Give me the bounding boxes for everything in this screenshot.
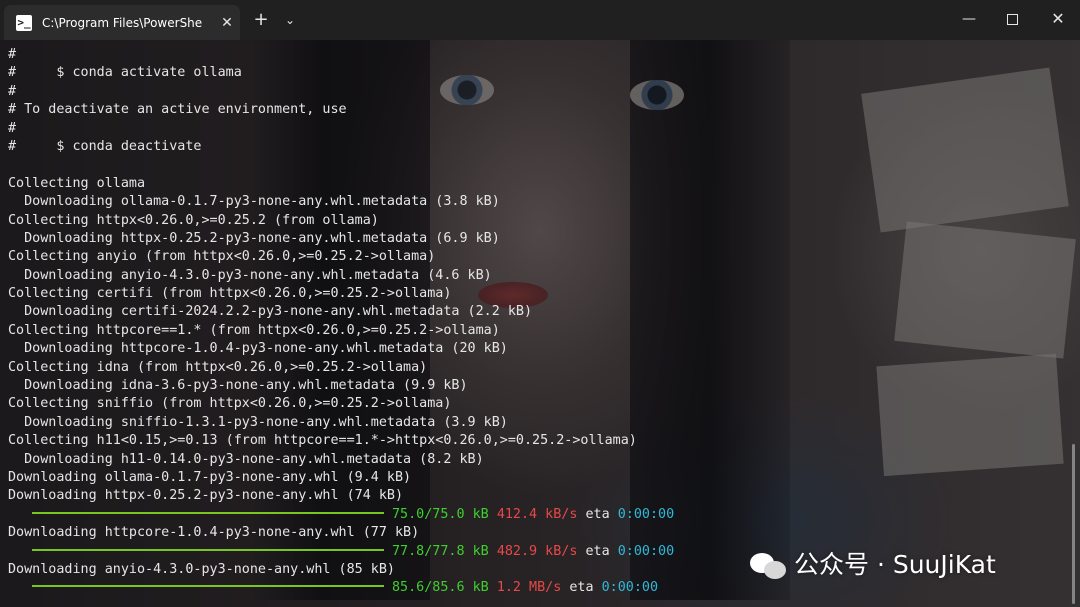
download-speed: 482.9 kB/s [496, 543, 578, 559]
watermark-text: 公众号 · SuuJiKat [794, 550, 996, 579]
eta-label: eta [585, 506, 610, 522]
scrollbar[interactable] [1072, 444, 1075, 604]
terminal-line: Downloading ollama-0.1.7-py3-none-any.wh… [8, 469, 412, 485]
close-tab-icon[interactable]: ✕ [218, 14, 236, 32]
new-tab-button[interactable]: + [251, 10, 271, 30]
progress-bar [32, 585, 384, 588]
terminal-line: Collecting httpx<0.26.0,>=0.25.2 (from o… [8, 212, 379, 228]
download-progress-line: 75.0/75.0 kB 412.4 kB/s eta 0:00:00 [8, 506, 1058, 524]
terminal-line: Downloading idna-3.6-py3-none-any.whl.me… [8, 378, 468, 394]
watermark: 公众号 · SuuJiKat [750, 545, 996, 585]
eta-value: 0:00:00 [617, 543, 675, 559]
terminal-line: # [8, 47, 17, 62]
terminal-line: Collecting httpcore==1.* (from httpx<0.2… [8, 322, 500, 338]
terminal-line: Downloading httpcore-1.0.4-py3-none-any.… [8, 525, 420, 541]
eta-label: eta [569, 580, 594, 596]
terminal-line: Collecting anyio (from httpx<0.26.0,>=0.… [8, 249, 436, 265]
tab-title: C:\Program Files\PowerShell\7 [42, 16, 202, 30]
terminal-line: # $ conda deactivate [8, 138, 202, 154]
tab-powershell[interactable]: >_ C:\Program Files\PowerShell\7 ✕ [4, 5, 240, 40]
terminal-output[interactable]: # # $ conda activate ollama # # To deact… [0, 40, 1080, 607]
powershell-icon: >_ [16, 15, 32, 31]
wechat-icon [750, 551, 788, 581]
terminal-line: Downloading certifi-2024.2.2-py3-none-an… [8, 304, 533, 320]
eta-label: eta [585, 543, 610, 559]
download-size: 85.6/85.6 kB [392, 580, 489, 596]
download-speed: 412.4 kB/s [496, 506, 578, 522]
terminal-line: # [8, 120, 17, 136]
terminal-line: Downloading ollama-0.1.7-py3-none-any.wh… [8, 194, 500, 210]
close-window-button[interactable]: ✕ [1044, 6, 1072, 32]
terminal-line: Collecting sniffio (from httpx<0.26.0,>=… [8, 396, 452, 412]
terminal-line: Downloading httpx-0.25.2-py3-none-any.wh… [8, 230, 500, 246]
terminal-line: Downloading sniffio-1.3.1-py3-none-any.w… [8, 414, 508, 430]
terminal-line: Downloading httpcore-1.0.4-py3-none-any.… [8, 341, 508, 357]
terminal-line: Downloading httpx-0.25.2-py3-none-any.wh… [8, 488, 404, 504]
eta-value: 0:00:00 [601, 580, 659, 596]
title-bar: >_ C:\Program Files\PowerShell\7 ✕ + ⌄ —… [0, 0, 1080, 40]
download-speed: 1.2 MB/s [496, 580, 562, 596]
download-size: 77.8/77.8 kB [392, 543, 489, 559]
terminal-line: Collecting h11<0.15,>=0.13 (from httpcor… [8, 433, 637, 449]
terminal-line: # To deactivate an active environment, u… [8, 102, 347, 118]
minimize-button[interactable]: — [955, 6, 983, 32]
terminal-line: Collecting ollama [8, 175, 146, 191]
chevron-down-icon[interactable]: ⌄ [281, 10, 299, 30]
maximize-icon [1006, 13, 1018, 25]
terminal-line: # $ conda activate ollama [8, 65, 242, 81]
terminal-line: Collecting idna (from httpx<0.26.0,>=0.2… [8, 359, 428, 375]
terminal-line: Downloading h11-0.14.0-py3-none-any.whl.… [8, 451, 484, 467]
terminal-line: # [8, 83, 17, 99]
maximize-button[interactable] [998, 6, 1026, 32]
download-size: 75.0/75.0 kB [392, 506, 489, 522]
terminal-line: Downloading anyio-4.3.0-py3-none-any.whl… [8, 267, 492, 283]
progress-bar [32, 511, 384, 514]
eta-value: 0:00:00 [617, 506, 675, 522]
terminal-line: Collecting certifi (from httpx<0.26.0,>=… [8, 286, 452, 302]
progress-bar [32, 548, 384, 551]
